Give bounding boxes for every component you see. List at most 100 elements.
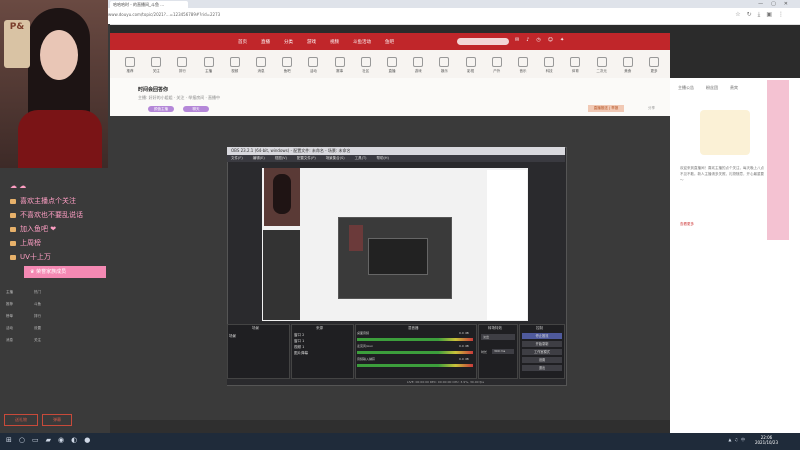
category-item[interactable]: 影视 <box>459 57 483 74</box>
category-item[interactable]: 体育 <box>563 57 587 74</box>
site-nav[interactable]: 首页 直播 分类 游戏 视频 斗鱼活动 鱼吧 <box>238 38 408 45</box>
notice-more-link[interactable]: 查看更多 <box>680 222 694 227</box>
category-item[interactable]: 活动 <box>301 57 325 74</box>
sidebar-list-item[interactable]: 排行 <box>34 314 41 319</box>
sidebar-list-item[interactable]: 斗鱼 <box>34 302 41 307</box>
taskbar-icons[interactable]: ⊞○▭▰◉◐● <box>6 436 97 444</box>
exit-button[interactable]: 退出 <box>522 365 562 371</box>
minimize-icon[interactable]: — <box>758 1 771 7</box>
category-item[interactable]: 推荐 <box>118 57 142 74</box>
transition-select[interactable]: 淡出 <box>481 334 515 340</box>
category-item[interactable]: 赛事 <box>328 57 352 74</box>
edge-icon[interactable]: ◐ <box>71 436 84 444</box>
source-item[interactable]: 窗口 2 <box>294 333 304 338</box>
maximize-icon[interactable]: ▢ <box>771 1 784 7</box>
nav-item[interactable]: 视频 <box>330 39 339 45</box>
category-item[interactable]: 音乐 <box>511 57 535 74</box>
scene-item[interactable]: 场景 <box>229 334 236 339</box>
tab-fans[interactable]: 粉丝团 <box>706 85 718 90</box>
browser-toolbar-icons[interactable]: ☆↻⤓▣⋮ <box>735 11 790 19</box>
source-item[interactable]: 窗口 1 <box>294 339 304 344</box>
mixer-meter[interactable] <box>357 338 473 341</box>
tab-vip[interactable]: 贵宾 <box>730 85 738 90</box>
obs-menu-bar[interactable]: 文件(F) 编辑(E) 视图(V) 配置文件(P) 场景集合(S) 工具(T) 帮助(H) <box>227 155 565 162</box>
sidebar-list-item[interactable]: 设置 <box>34 326 41 331</box>
category-item[interactable]: 科技 <box>537 57 561 74</box>
obs-menu-item[interactable]: 文件(F) <box>231 156 243 160</box>
history-icon[interactable]: ↻ <box>747 11 758 18</box>
right-tabs[interactable]: 主播公告 粉丝团 贵宾 <box>678 85 750 91</box>
sidebar-list-item[interactable]: 消息 <box>6 338 13 343</box>
source-item[interactable]: 视频 1 <box>294 345 304 350</box>
share-button[interactable]: 分享 <box>648 106 655 111</box>
category-item[interactable]: 排行 <box>170 57 194 74</box>
window-controls[interactable]: —▢✕ <box>758 0 796 8</box>
header-user-icons[interactable]: ✉♪◷☺✦ <box>515 37 571 43</box>
obs-icon[interactable]: ● <box>84 436 97 444</box>
nav-item[interactable]: 分类 <box>284 39 293 45</box>
report-button[interactable]: 直播推送 | 举报 <box>588 105 624 112</box>
sidebar-list-item[interactable]: 关注 <box>34 338 41 343</box>
category-item[interactable]: 更多 <box>642 57 666 74</box>
side-ad-banner[interactable] <box>767 80 789 240</box>
category-item[interactable]: 二次元 <box>590 57 614 74</box>
nav-item[interactable]: 直播 <box>261 39 270 45</box>
sidebar-list-item[interactable]: 推荐 <box>6 302 13 307</box>
obs-menu-item[interactable]: 工具(T) <box>355 156 367 160</box>
mixer-meter[interactable] <box>357 364 473 367</box>
settings-button[interactable]: 设置 <box>522 357 562 363</box>
chrome-icon[interactable]: ◉ <box>58 436 71 444</box>
category-item[interactable]: 消息 <box>249 57 273 74</box>
category-item[interactable]: 社区 <box>354 57 378 74</box>
tab-notice[interactable]: 主播公告 <box>678 85 694 90</box>
start-record-button[interactable]: 开始录制 <box>522 341 562 347</box>
obs-menu-item[interactable]: 编辑(E) <box>253 156 265 160</box>
category-item[interactable]: 视频 <box>223 57 247 74</box>
send-gift-button[interactable]: 送礼物 <box>4 414 38 426</box>
danmaku-button[interactable]: 弹幕 <box>42 414 72 426</box>
browser-tab[interactable]: 哈哈哈时 - 的直播间_斗鱼 ... <box>110 1 188 8</box>
category-item[interactable]: 娱乐 <box>432 57 456 74</box>
extension-icon[interactable]: ▣ <box>766 11 778 18</box>
taskview-icon[interactable]: ▭ <box>32 436 46 444</box>
sidebar-list-item[interactable]: 活动 <box>6 326 13 331</box>
site-search-input[interactable] <box>457 38 509 45</box>
category-item[interactable]: 主播 <box>197 57 221 74</box>
search-icon[interactable]: ○ <box>19 436 32 444</box>
obs-menu-item[interactable]: 帮助(H) <box>377 156 389 160</box>
stop-stream-button[interactable]: 停止推流 <box>522 333 562 339</box>
bow-icon <box>10 198 16 204</box>
duration-input[interactable]: 300 ms <box>492 349 514 354</box>
category-item[interactable]: 游戏 <box>406 57 430 74</box>
nav-item[interactable]: 鱼吧 <box>385 39 394 45</box>
close-icon[interactable]: ✕ <box>784 1 796 7</box>
category-item[interactable]: 鱼吧 <box>275 57 299 74</box>
star-icon[interactable]: ☆ <box>735 11 746 18</box>
category-item[interactable]: 直播 <box>380 57 404 74</box>
obs-menu-item[interactable]: 配置文件(P) <box>297 156 316 160</box>
obs-menu-item[interactable]: 视图(V) <box>275 156 287 160</box>
mixer-meter[interactable] <box>357 351 473 354</box>
sidebar-list-item[interactable]: 榜单 <box>6 314 13 319</box>
studio-mode-button[interactable]: 工作室模式 <box>522 349 562 355</box>
obs-menu-item[interactable]: 场景集合(S) <box>326 156 345 160</box>
player-controls[interactable] <box>110 420 670 433</box>
source-item[interactable]: 图片弹幕 <box>294 351 308 356</box>
nav-item[interactable]: 斗鱼活动 <box>353 39 371 45</box>
sidebar-list-item[interactable]: 主播 <box>6 290 13 295</box>
windows-icon[interactable]: ⊞ <box>6 436 19 444</box>
room-tag[interactable]: 颜值主播 <box>148 106 174 112</box>
url-text[interactable]: www.douyu.com/topic/2021?...=123456789#?… <box>108 12 220 17</box>
nav-item[interactable]: 游戏 <box>307 39 316 45</box>
system-tray[interactable]: ▲♫中 <box>728 437 748 443</box>
folder-icon[interactable]: ▰ <box>46 436 58 444</box>
category-item[interactable]: 户外 <box>485 57 509 74</box>
category-item[interactable]: 美食 <box>616 57 640 74</box>
taskbar-clock[interactable]: 22:06 2021/10/23 <box>755 435 778 445</box>
message-icon: ✉ <box>515 37 527 43</box>
category-item[interactable]: 关注 <box>144 57 168 74</box>
menu-icon[interactable]: ⋮ <box>778 11 790 18</box>
sidebar-list-item[interactable]: 热门 <box>34 290 41 295</box>
room-tag[interactable]: 聊天 <box>183 106 209 112</box>
nav-item[interactable]: 首页 <box>238 39 247 45</box>
